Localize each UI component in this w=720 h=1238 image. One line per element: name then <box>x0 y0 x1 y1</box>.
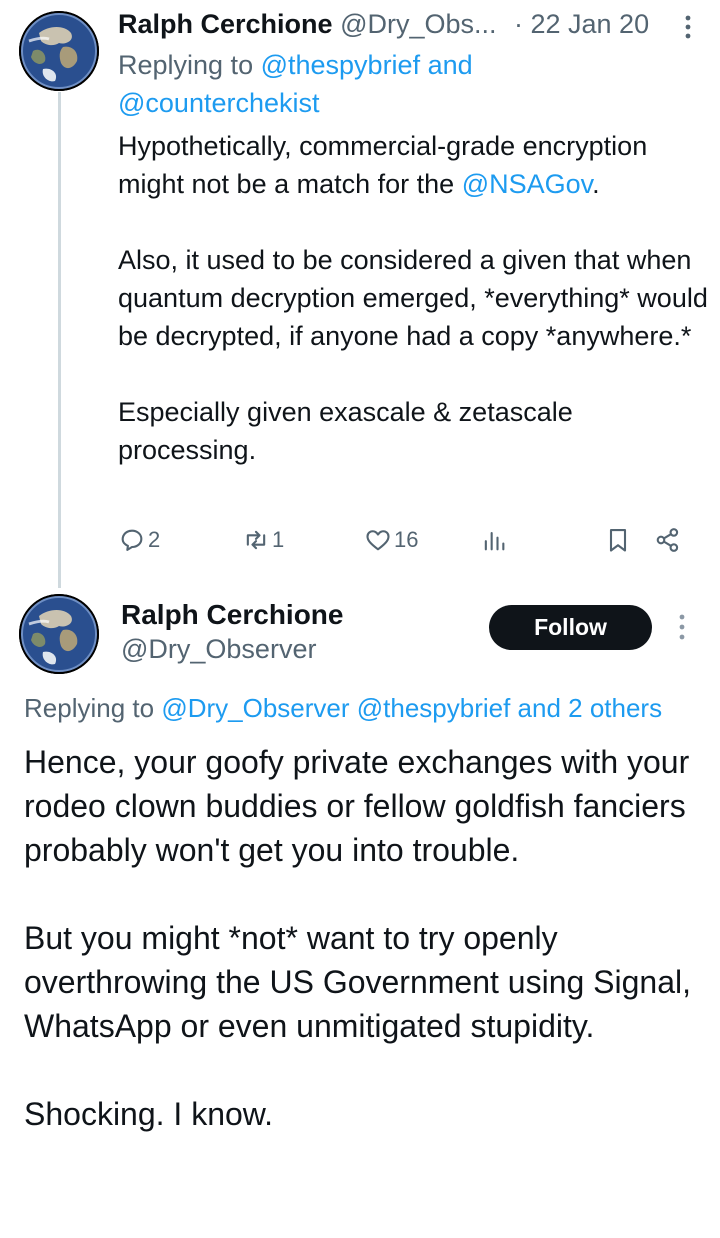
parent-tweet-text: Hypothetically, commercial-grade encrypt… <box>118 127 708 469</box>
tweet-action-bar: 2 1 16 <box>118 520 698 560</box>
thread-connector-line <box>58 92 61 588</box>
parent-tweet-header: Ralph Cerchione @Dry_Obs... · 22 Jan 20 <box>118 4 698 44</box>
mention-link[interactable]: @NSAGov <box>462 169 592 199</box>
bookmark-button[interactable] <box>604 520 632 560</box>
bookmark-icon <box>609 529 627 552</box>
tweet-paragraph: Hence, your goofy private exchanges with… <box>24 744 690 868</box>
main-tweet-text: Hence, your goofy private exchanges with… <box>24 740 704 1136</box>
reply-count: 2 <box>148 527 161 552</box>
author-avatar[interactable] <box>19 594 99 674</box>
repost-icon <box>246 530 266 550</box>
tweet-paragraph: Especially given exascale & zetascale pr… <box>118 397 573 465</box>
follow-button[interactable]: Follow <box>489 605 652 650</box>
like-count: 16 <box>394 527 419 552</box>
like-icon <box>366 530 390 551</box>
more-icon[interactable] <box>678 12 698 40</box>
reply-icon <box>121 529 143 551</box>
mention-link[interactable]: @Dry_Observer @thespybrief and 2 others <box>161 693 662 723</box>
tweet-paragraph: Shocking. I know. <box>24 1096 274 1132</box>
parent-avatar[interactable] <box>19 11 99 91</box>
share-button[interactable] <box>654 520 682 560</box>
tweet-paragraph: But you might *not* want to try openly o… <box>24 920 692 1044</box>
reply-button[interactable]: 2 <box>118 520 160 560</box>
repost-count: 1 <box>272 527 285 552</box>
repost-button[interactable]: 1 <box>242 520 284 560</box>
parent-author-name[interactable]: Ralph Cerchione <box>118 9 333 39</box>
tweet-text-span: . <box>592 169 600 199</box>
views-icon <box>484 531 505 551</box>
replying-to-label: Replying to <box>118 50 261 80</box>
replying-to-label: Replying to <box>24 693 162 723</box>
tweet-paragraph: Hypothetically, commercial-grade encrypt… <box>118 127 708 203</box>
parent-tweet-date[interactable]: · 22 Jan 20 <box>514 4 649 44</box>
author-handle[interactable]: @Dry_Observer <box>121 630 316 668</box>
more-icon[interactable] <box>672 612 692 642</box>
share-icon <box>656 528 679 552</box>
parent-replying-to: Replying to @thespybrief and @counterche… <box>118 46 678 122</box>
like-button[interactable]: 16 <box>364 520 418 560</box>
mention-link[interactable]: @thespybrief and <box>261 50 473 80</box>
tweet-paragraph: Also, it used to be considered a given t… <box>118 245 708 351</box>
mention-link[interactable]: @counterchekist <box>118 88 320 118</box>
parent-author-handle[interactable]: @Dry_Obs... <box>340 9 496 39</box>
views-button[interactable] <box>480 520 508 560</box>
main-replying-to: Replying to @Dry_Observer @thespybrief a… <box>24 689 714 727</box>
author-name[interactable]: Ralph Cerchione <box>121 596 343 634</box>
